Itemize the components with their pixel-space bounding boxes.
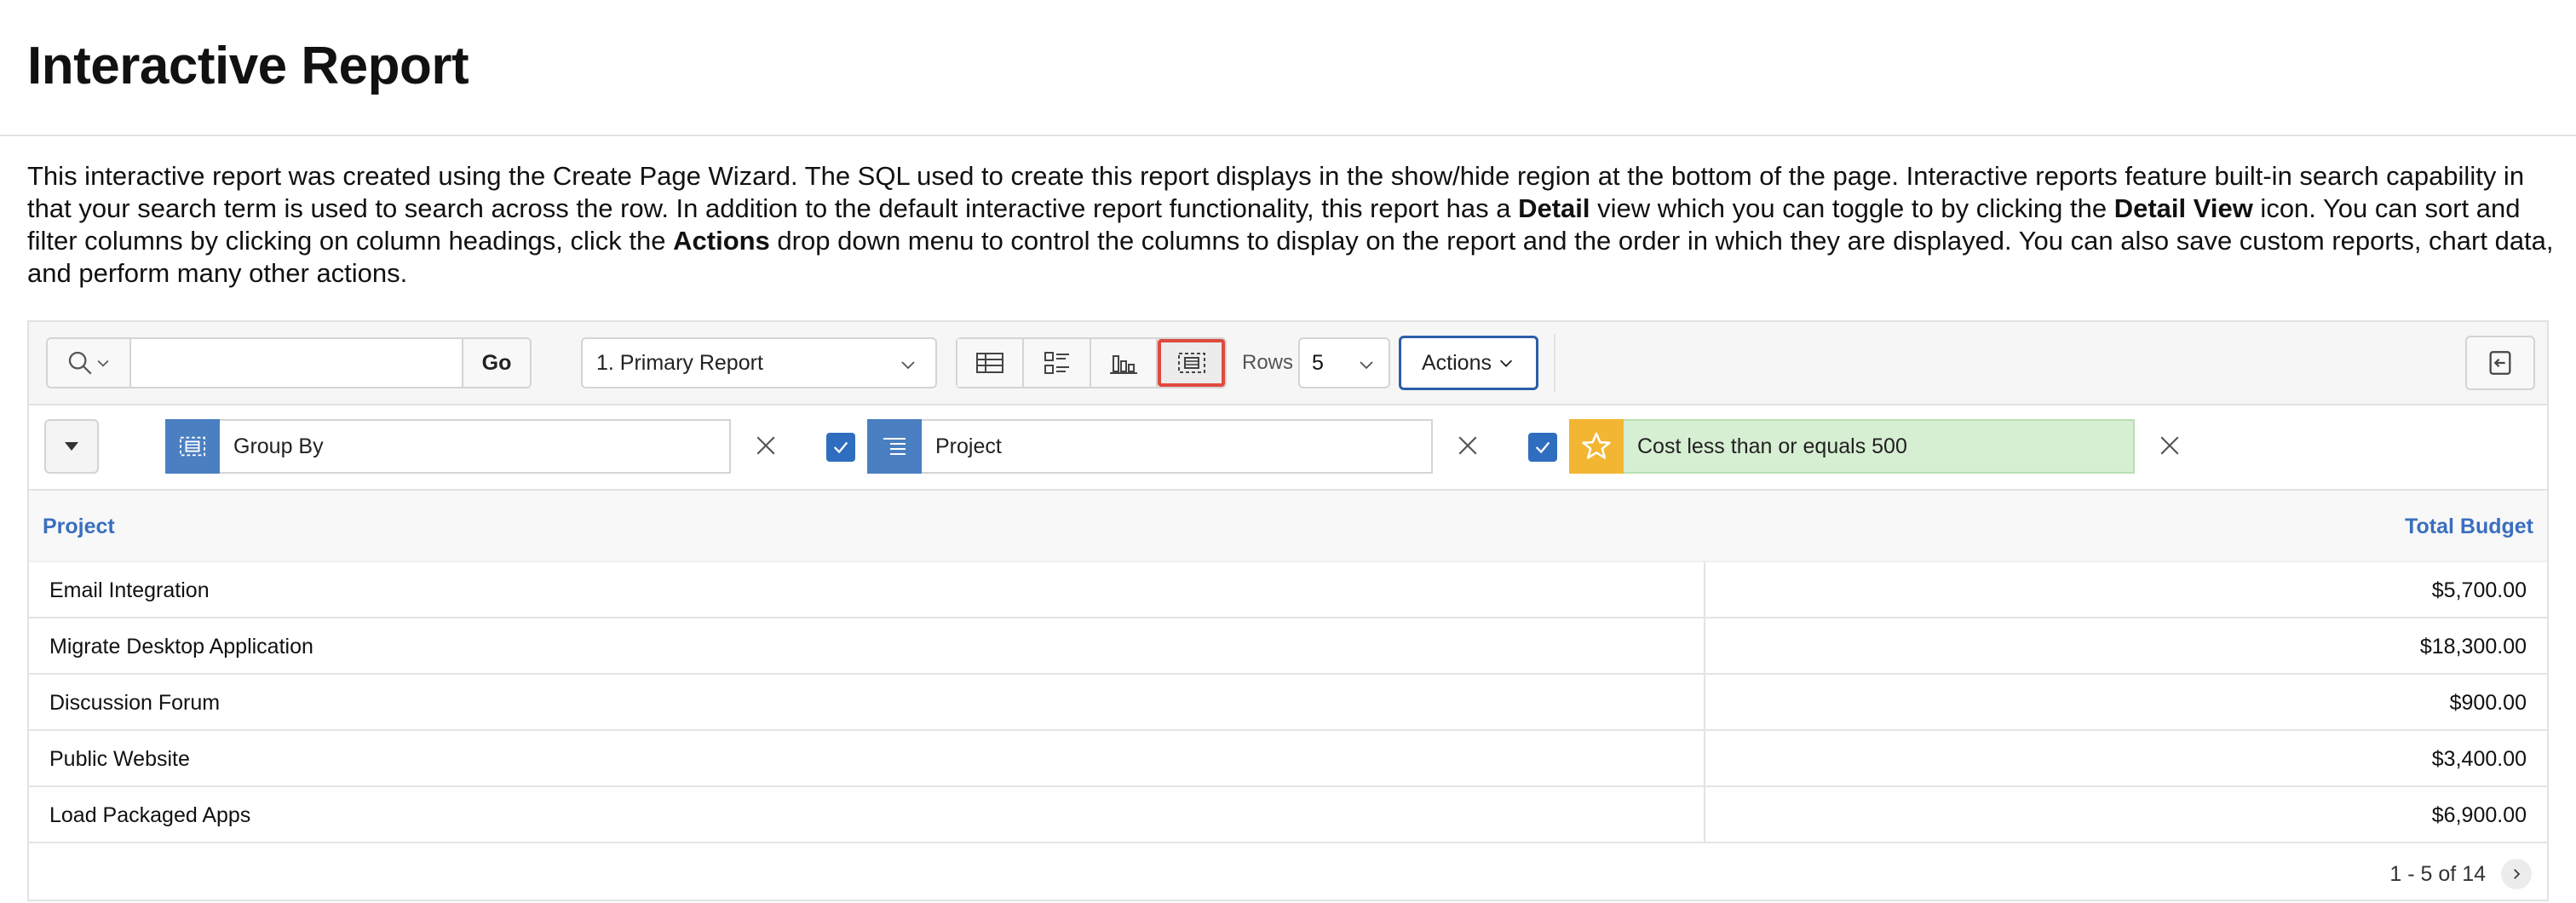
report-settings-bar: Group By Project Cost less than or equal… [29,405,2547,491]
cell-project: Migrate Desktop Application [49,635,313,659]
table-row: Load Packaged Apps $6,900.00 [29,787,2547,843]
rows-per-page-select[interactable]: 5 [1298,337,1390,388]
grid-view-icon [976,353,1004,373]
cell-project: Load Packaged Apps [49,803,251,827]
remove-project-close-icon[interactable] [1457,434,1479,457]
rows-per-page-value: 5 [1312,350,1324,375]
grid-view-button[interactable] [957,339,1025,387]
checkmark-icon [1535,441,1550,454]
group-by-icon [165,419,220,474]
group-by-view-icon [1177,353,1205,373]
table-row: Migrate Desktop Application $18,300.00 [29,618,2547,675]
cell-total-budget: $5,700.00 [2431,578,2527,602]
search-column-menu-button[interactable] [48,339,131,387]
group-by-setting[interactable]: Group By [165,419,731,474]
chart-view-button[interactable] [1090,339,1159,387]
actions-menu-button[interactable]: Actions [1399,336,1538,390]
table-row: Discussion Forum $900.00 [29,675,2547,731]
cell-total-budget: $3,400.00 [2431,747,2527,771]
collapse-settings-button[interactable] [44,419,99,474]
intro-text-part: view which you can toggle to by clicking… [1590,193,2114,223]
reset-icon [2489,351,2511,375]
highlight-label: Cost less than or equals 500 [1624,419,2135,474]
search-icon [68,351,92,375]
search-input[interactable] [131,339,480,387]
intro-bold-detail-view: Detail View [2113,193,2253,223]
chevron-down-icon [901,361,915,370]
project-setting-checkbox[interactable] [826,433,855,462]
intro-text: This interactive report was created usin… [27,160,2556,290]
report-toolbar: Go 1. Primary Report Rows 5 Actions [29,322,2547,405]
pagination-bar: 1 - 5 of 14 [29,843,2547,900]
reset-button[interactable] [2465,336,2535,390]
go-button[interactable]: Go [462,339,530,387]
project-group-label: Project [922,419,1433,474]
saved-report-value: 1. Primary Report [596,350,763,375]
detail-view-icon [1044,352,1069,374]
column-header-total-budget[interactable]: Total Budget [2405,515,2533,539]
column-header-project[interactable]: Project [43,515,115,539]
group-by-view-button[interactable] [1158,339,1225,387]
table-header: Project Total Budget [29,491,2547,562]
star-icon [1569,419,1624,474]
chevron-down-icon [1360,361,1373,370]
interactive-report-region: Go 1. Primary Report Rows 5 Actions Grou… [27,320,2549,901]
highlight-setting-checkbox[interactable] [1528,433,1557,462]
intro-bold-actions: Actions [673,226,770,256]
toolbar-divider [1554,334,1555,392]
saved-report-select[interactable]: 1. Primary Report [581,337,937,388]
project-group-setting[interactable]: Project [867,419,1433,474]
chevron-down-icon [97,359,109,367]
cell-total-budget: $18,300.00 [2419,635,2527,659]
chevron-right-icon [2514,869,2521,879]
detail-view-button[interactable] [1024,339,1091,387]
search-group: Go [46,337,532,388]
chevron-down-icon [1499,359,1513,367]
view-switcher [956,337,1227,388]
cell-project: Public Website [49,747,190,771]
rows-label: Rows [1242,351,1294,374]
table-row: Email Integration $5,700.00 [29,562,2547,618]
remove-highlight-close-icon[interactable] [2159,434,2181,457]
chart-view-icon [1110,355,1138,374]
checkmark-icon [833,441,848,454]
remove-group-by-close-icon[interactable] [755,434,777,457]
cell-total-budget: $6,900.00 [2431,803,2527,827]
pagination-text: 1 - 5 of 14 [2389,862,2486,886]
page-title: Interactive Report [27,37,469,95]
align-right-icon [867,419,922,474]
triangle-down-icon [65,442,78,451]
cell-project: Email Integration [49,578,210,602]
highlight-setting[interactable]: Cost less than or equals 500 [1569,419,2135,474]
page-header: Interactive Report [0,0,2576,136]
group-by-label: Group By [220,419,731,474]
intro-bold-detail: Detail [1518,193,1590,223]
cell-project: Discussion Forum [49,691,221,715]
next-page-button[interactable] [2501,859,2532,889]
table-row: Public Website $3,400.00 [29,731,2547,787]
report-table: Project Total Budget Email Integration $… [29,491,2547,900]
cell-total-budget: $900.00 [2449,691,2527,715]
actions-label: Actions [1422,350,1492,375]
